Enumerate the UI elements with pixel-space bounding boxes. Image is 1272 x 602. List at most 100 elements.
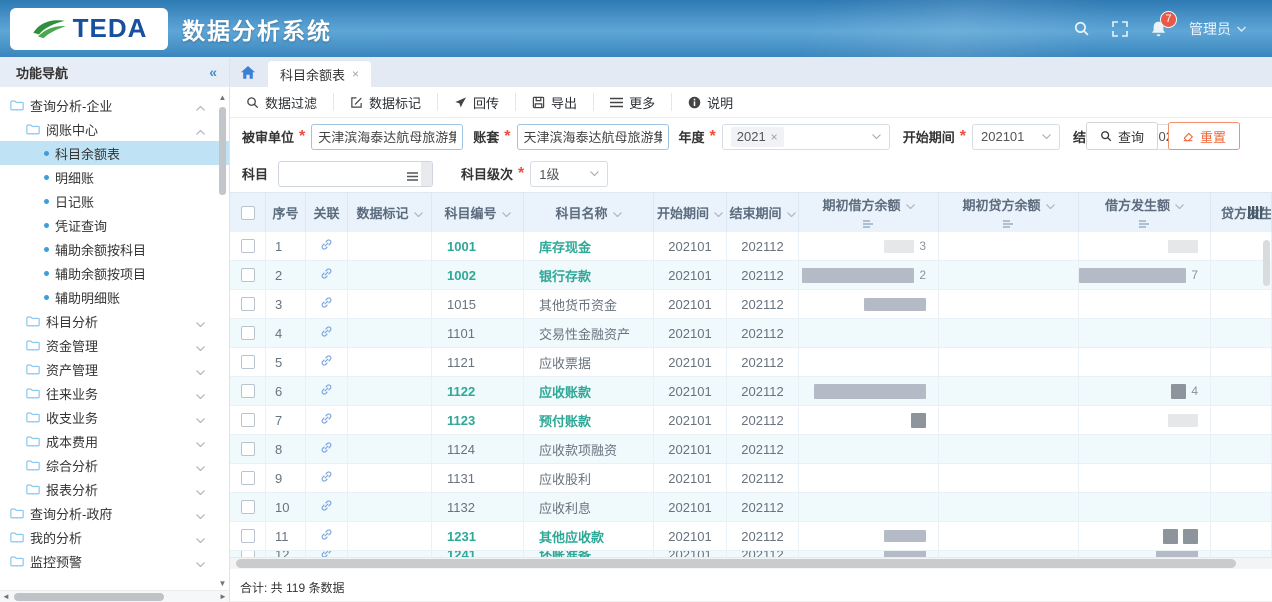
cell-subject-code[interactable]: 1122 xyxy=(432,377,524,406)
row-checkbox[interactable] xyxy=(241,384,255,398)
link-icon[interactable] xyxy=(320,238,333,254)
tab-close-icon[interactable]: × xyxy=(352,67,359,81)
help-button[interactable]: 说明 xyxy=(672,87,749,117)
row-checkbox[interactable] xyxy=(241,442,255,456)
row-checkbox[interactable] xyxy=(241,413,255,427)
cell-subject-name[interactable]: 预付账款 xyxy=(524,406,654,435)
subtotal-icon[interactable] xyxy=(1003,216,1015,231)
year-remove-icon[interactable]: × xyxy=(771,130,778,144)
data-mark-button[interactable]: 数据标记 xyxy=(334,87,437,117)
link-icon[interactable] xyxy=(320,325,333,341)
sidebar-item-7[interactable]: 辅助余额按项目 xyxy=(0,261,229,285)
link-icon[interactable] xyxy=(320,499,333,515)
sort-chevron-icon[interactable] xyxy=(906,197,915,212)
sidebar-hscroll-thumb[interactable] xyxy=(14,593,164,601)
data-filter-button[interactable]: 数据过滤 xyxy=(230,87,333,117)
column-header-10[interactable]: 借方发生额 xyxy=(1079,193,1211,232)
list-picker-icon[interactable] xyxy=(407,168,418,186)
sidebar-item-3[interactable]: 明细账 xyxy=(0,165,229,189)
home-icon[interactable] xyxy=(240,65,256,80)
table-vertical-scroll-thumb[interactable] xyxy=(1263,240,1270,286)
sidebar-horizontal-scrollbar[interactable]: ◄ ► xyxy=(0,590,229,602)
sidebar-collapse-icon[interactable]: « xyxy=(209,64,217,80)
row-checkbox[interactable] xyxy=(241,471,255,485)
reset-button[interactable]: 重置 xyxy=(1168,122,1240,150)
cell-subject-name[interactable]: 库存现金 xyxy=(524,232,654,261)
link-icon[interactable] xyxy=(320,354,333,370)
sidebar-item-13[interactable]: 收支业务 xyxy=(0,405,229,429)
row-checkbox[interactable] xyxy=(241,529,255,543)
row-checkbox[interactable] xyxy=(241,500,255,514)
cell-subject-name[interactable]: 银行存款 xyxy=(524,261,654,290)
more-button[interactable]: 更多 xyxy=(594,87,671,117)
cell-subject-name[interactable]: 应收账款 xyxy=(524,377,654,406)
sort-chevron-icon[interactable] xyxy=(414,205,423,220)
sidebar-scroll-thumb[interactable] xyxy=(219,107,226,195)
scroll-right-arrow[interactable]: ► xyxy=(217,592,229,601)
sort-chevron-icon[interactable] xyxy=(613,205,622,220)
cell-subject-code[interactable]: 1001 xyxy=(432,232,524,261)
subject-picker-button[interactable] xyxy=(421,162,432,186)
cell-subject-name[interactable]: 其他应收款 xyxy=(524,522,654,551)
sidebar-item-15[interactable]: 综合分析 xyxy=(0,453,229,477)
column-header-5[interactable]: 科目名称 xyxy=(524,193,654,232)
sidebar-item-18[interactable]: 我的分析 xyxy=(0,525,229,549)
sidebar-item-10[interactable]: 资金管理 xyxy=(0,333,229,357)
sidebar-item-16[interactable]: 报表分析 xyxy=(0,477,229,501)
sort-chevron-icon[interactable] xyxy=(1046,197,1055,212)
sidebar-item-9[interactable]: 科目分析 xyxy=(0,309,229,333)
year-select[interactable]: 2021 × xyxy=(722,124,890,150)
sidebar-item-6[interactable]: 辅助余额按科目 xyxy=(0,237,229,261)
link-icon[interactable] xyxy=(320,267,333,283)
scroll-left-arrow[interactable]: ◄ xyxy=(0,592,12,601)
table-horizontal-scrollbar[interactable] xyxy=(230,557,1272,569)
scroll-down-arrow[interactable]: ▼ xyxy=(218,579,227,588)
sidebar-item-19[interactable]: 监控预警 xyxy=(0,549,229,573)
column-header-4[interactable]: 科目编号 xyxy=(432,193,524,232)
fullscreen-icon[interactable] xyxy=(1112,21,1128,37)
column-header-6[interactable]: 开始期间 xyxy=(654,193,727,232)
sidebar-item-17[interactable]: 查询分析-政府 xyxy=(0,501,229,525)
link-icon[interactable] xyxy=(320,296,333,312)
column-header-9[interactable]: 期初贷方余额 xyxy=(939,193,1079,232)
column-header-8[interactable]: 期初借方余额 xyxy=(799,193,939,232)
row-checkbox[interactable] xyxy=(241,355,255,369)
table-hscroll-thumb[interactable] xyxy=(236,559,1236,568)
column-header-3[interactable]: 数据标记 xyxy=(348,193,432,232)
sidebar-item-8[interactable]: 辅助明细账 xyxy=(0,285,229,309)
export-button[interactable]: 导出 xyxy=(516,87,593,117)
sort-chevron-icon[interactable] xyxy=(714,205,723,220)
row-checkbox[interactable] xyxy=(241,268,255,282)
cell-subject-code[interactable]: 1002 xyxy=(432,261,524,290)
sidebar-item-11[interactable]: 资产管理 xyxy=(0,357,229,381)
subtotal-icon[interactable] xyxy=(863,216,875,231)
sort-chevron-icon[interactable] xyxy=(502,205,511,220)
sort-chevron-icon[interactable] xyxy=(1175,197,1184,212)
column-header-7[interactable]: 结束期间 xyxy=(727,193,799,232)
query-button[interactable]: 查询 xyxy=(1086,122,1158,150)
sidebar-item-14[interactable]: 成本费用 xyxy=(0,429,229,453)
sidebar-item-1[interactable]: 阅账中心 xyxy=(0,117,229,141)
notification-bell-icon[interactable]: 7 xyxy=(1150,20,1167,38)
column-settings-icon[interactable] xyxy=(1248,206,1265,224)
select-all-checkbox[interactable] xyxy=(241,206,255,220)
cell-subject-code[interactable]: 1123 xyxy=(432,406,524,435)
user-menu[interactable]: 管理员 xyxy=(1189,19,1246,39)
unit-input[interactable] xyxy=(311,124,463,150)
sidebar-item-0[interactable]: 查询分析-企业 xyxy=(0,93,229,117)
subtotal-icon[interactable] xyxy=(1139,216,1151,231)
sidebar-item-12[interactable]: 往来业务 xyxy=(0,381,229,405)
search-icon[interactable] xyxy=(1073,20,1090,37)
link-icon[interactable] xyxy=(320,470,333,486)
link-icon[interactable] xyxy=(320,412,333,428)
subject-level-select[interactable]: 1级 xyxy=(530,161,608,187)
scroll-up-arrow[interactable]: ▲ xyxy=(218,93,227,102)
sidebar-item-2[interactable]: 科目余额表 xyxy=(0,141,229,165)
link-icon[interactable] xyxy=(320,528,333,544)
sidebar-vertical-scrollbar[interactable]: ▲ ▼ xyxy=(218,93,227,588)
row-checkbox[interactable] xyxy=(241,326,255,340)
sidebar-item-4[interactable]: 日记账 xyxy=(0,189,229,213)
row-checkbox[interactable] xyxy=(241,239,255,253)
cell-subject-code[interactable]: 1231 xyxy=(432,522,524,551)
sidebar-item-5[interactable]: 凭证查询 xyxy=(0,213,229,237)
